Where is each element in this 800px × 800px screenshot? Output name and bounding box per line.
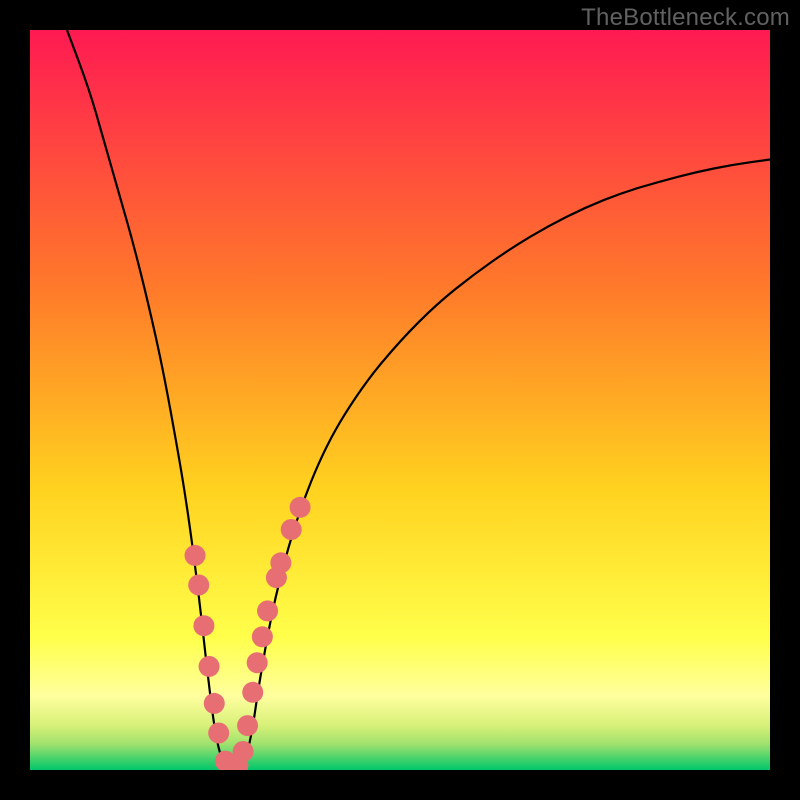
data-point-marker: [188, 575, 209, 596]
chart-frame: TheBottleneck.com: [0, 0, 800, 800]
data-point-marker: [281, 519, 302, 540]
data-point-marker: [193, 615, 214, 636]
data-point-marker: [237, 715, 258, 736]
data-point-marker: [208, 723, 229, 744]
data-point-marker: [233, 741, 254, 762]
data-point-marker: [185, 545, 206, 566]
data-point-marker: [252, 626, 273, 647]
data-point-marker: [242, 682, 263, 703]
data-point-marker: [270, 552, 291, 573]
gradient-background: [30, 30, 770, 770]
watermark-text: TheBottleneck.com: [581, 4, 790, 32]
data-point-marker: [257, 600, 278, 621]
data-point-marker: [247, 652, 268, 673]
data-point-marker: [290, 497, 311, 518]
data-point-marker: [204, 693, 225, 714]
chart-svg: [30, 30, 770, 770]
plot-area: [30, 30, 770, 770]
data-point-marker: [199, 656, 220, 677]
